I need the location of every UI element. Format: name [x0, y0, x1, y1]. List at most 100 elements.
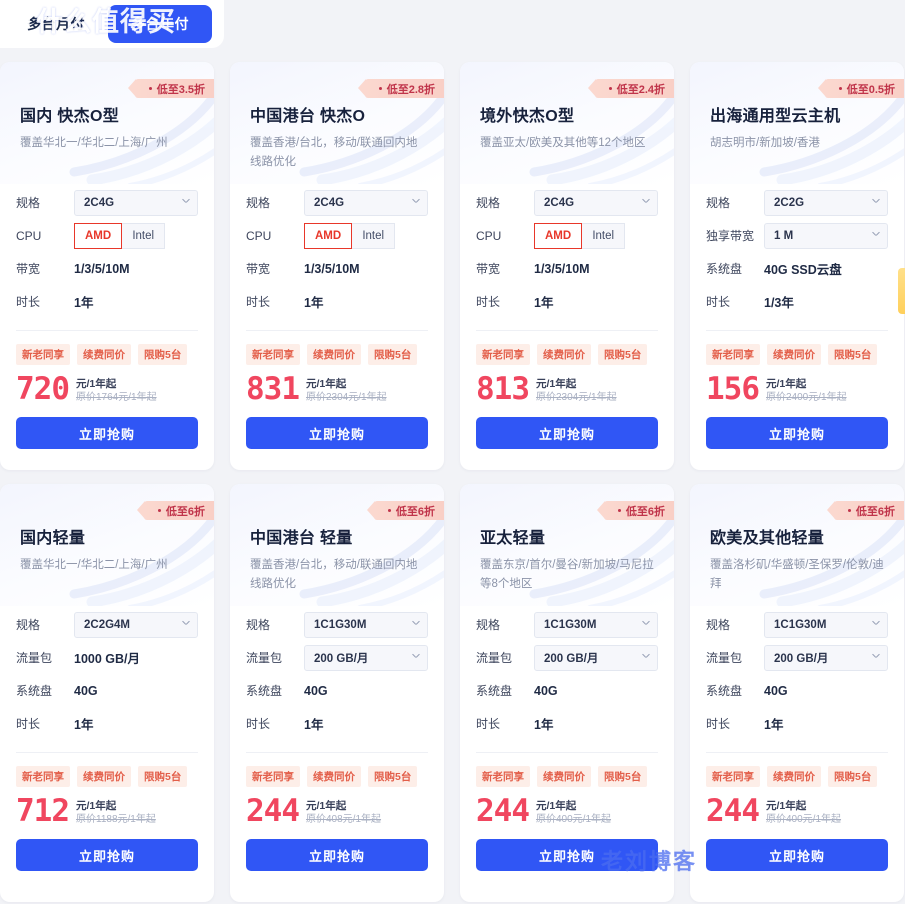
spec-select[interactable]: 1C1G30M [534, 611, 658, 638]
spec-row: 带宽 1/3/5/10M [246, 252, 428, 285]
spec-select[interactable]: 200 GB/月 [764, 644, 888, 671]
spec-label: 流量包 [476, 651, 513, 665]
spec-select[interactable]: 200 GB/月 [534, 644, 658, 671]
card-title: 国内轻量 [20, 530, 86, 547]
cpu-option-amd[interactable]: AMD [534, 222, 583, 249]
spec-row: CPU AMD Intel [16, 219, 198, 252]
original-price: 原价2304元/1年起 [306, 392, 387, 403]
price-amount: 244 [246, 793, 300, 829]
discount-badge: 低至6折 [136, 501, 214, 520]
spec-select-value: 1C1G30M [774, 618, 827, 631]
promo-tag-list: 新老同享 续费同价 限购5台 [230, 753, 444, 787]
spec-select-value: 1C1G30M [544, 618, 597, 631]
price-amount: 244 [476, 793, 530, 829]
spec-value: 1年 [74, 718, 94, 732]
promo-tag: 续费同价 [307, 766, 361, 787]
price-amount: 244 [706, 793, 760, 829]
badge-dot-icon [387, 509, 391, 512]
spec-row: 系统盘 40G [246, 674, 428, 707]
spec-row: 规格 2C2G4M [16, 608, 198, 641]
spec-value: 40G [534, 683, 558, 698]
price-block: 244 元/1年起 原价408元/1年起 [230, 787, 444, 827]
promo-tag: 限购5台 [138, 344, 188, 365]
promo-tag: 限购5台 [828, 766, 878, 787]
spec-row: 独享带宽 1 M [706, 219, 888, 252]
spec-select[interactable]: 2C4G [304, 189, 428, 216]
spec-select[interactable]: 2C4G [74, 189, 198, 216]
spec-label: 时长 [246, 717, 271, 731]
cpu-option-intel[interactable]: Intel [351, 222, 396, 249]
badge-dot-icon [847, 509, 851, 512]
spec-label: 规格 [706, 618, 731, 632]
spec-select[interactable]: 1C1G30M [304, 611, 428, 638]
price-meta: 元/1年起 原价408元/1年起 [306, 799, 381, 827]
spec-value: 1000 GB/月 [74, 652, 141, 666]
price-amount: 813 [476, 371, 530, 407]
cpu-toggle-group: AMD Intel [74, 222, 166, 249]
spec-value: 1年 [534, 718, 554, 732]
card-header: 低至6折 亚太轻量 覆盖东京/首尔/曼谷/新加坡/马尼拉等8个地区 [460, 484, 674, 606]
spec-label: 规格 [246, 196, 271, 210]
spec-label: 带宽 [16, 262, 41, 276]
spec-label: 时长 [706, 717, 731, 731]
price-meta: 元/1年起 原价2304元/1年起 [306, 377, 387, 405]
spec-value: 1年 [304, 718, 324, 732]
promo-tag: 续费同价 [307, 344, 361, 365]
buy-button[interactable]: 立即抢购 [246, 839, 428, 871]
spec-row: CPU AMD Intel [246, 219, 428, 252]
promo-tag-list: 新老同享 续费同价 限购5台 [690, 753, 904, 787]
spec-value: 40G SSD云盘 [764, 263, 842, 277]
card-subtitle: 覆盖华北一/华北二/上海/广州 [20, 559, 168, 571]
spec-select[interactable]: 2C2G4M [74, 611, 198, 638]
promo-tag: 新老同享 [16, 344, 70, 365]
promo-tag: 新老同享 [476, 344, 530, 365]
spec-value: 1年 [534, 296, 554, 310]
spec-select[interactable]: 2C2G [764, 189, 888, 216]
buy-button[interactable]: 立即抢购 [16, 839, 198, 871]
promo-tag: 续费同价 [77, 344, 131, 365]
side-peek-tab[interactable] [898, 268, 905, 314]
spec-select[interactable]: 1 M [764, 222, 888, 249]
badge-dot-icon [148, 87, 152, 90]
price-block: 244 元/1年起 原价400元/1年起 [460, 787, 674, 827]
buy-button[interactable]: 立即抢购 [706, 417, 888, 449]
promo-tag: 续费同价 [77, 766, 131, 787]
spec-select[interactable]: 1C1G30M [764, 611, 888, 638]
spec-label: 规格 [246, 618, 271, 632]
cpu-option-intel[interactable]: Intel [581, 222, 626, 249]
spec-label: 规格 [476, 196, 501, 210]
promo-tag: 限购5台 [368, 344, 418, 365]
watermark-smzdm: 值 什么值得买 [0, 0, 905, 39]
spec-row: 规格 1C1G30M [706, 608, 888, 641]
discount-badge: 低至6折 [596, 501, 674, 520]
product-card: 低至3.5折 国内 快杰O型 覆盖华北一/华北二/上海/广州 规格 2C4G CPU AMD… [0, 62, 214, 470]
buy-button[interactable]: 立即抢购 [246, 417, 428, 449]
spec-label: 带宽 [246, 262, 271, 276]
promo-tag: 新老同享 [16, 766, 70, 787]
spec-select[interactable]: 2C4G [534, 189, 658, 216]
discount-badge: 低至6折 [826, 501, 904, 520]
spec-row: 规格 2C2G [706, 186, 888, 219]
original-price: 原价408元/1年起 [306, 814, 382, 825]
spec-row: 规格 1C1G30M [246, 608, 428, 641]
product-card: 低至2.4折 境外快杰O型 覆盖亚太/欧美及其他等12个地区 规格 2C4G CPU AMD… [460, 62, 674, 470]
original-price: 原价1764元/1年起 [76, 392, 157, 403]
promo-tag-list: 新老同享 续费同价 限购5台 [230, 331, 444, 365]
badge-dot-icon [838, 87, 842, 90]
buy-button[interactable]: 立即抢购 [16, 417, 198, 449]
spec-row: 流量包 200 GB/月 [706, 641, 888, 674]
buy-button[interactable]: 立即抢购 [706, 839, 888, 871]
spec-select[interactable]: 200 GB/月 [304, 644, 428, 671]
cpu-option-amd[interactable]: AMD [74, 222, 123, 249]
cpu-option-intel[interactable]: Intel [121, 222, 166, 249]
buy-button[interactable]: 立即抢购 [476, 839, 658, 871]
price-amount: 831 [246, 371, 300, 407]
spec-select-value: 200 GB/月 [774, 652, 829, 665]
spec-label: CPU [16, 228, 42, 243]
promo-tag: 限购5台 [598, 766, 648, 787]
cpu-option-amd[interactable]: AMD [304, 222, 353, 249]
price-meta: 元/1年起 原价400元/1年起 [766, 799, 841, 827]
price-block: 831 元/1年起 原价2304元/1年起 [230, 365, 444, 405]
buy-button[interactable]: 立即抢购 [476, 417, 658, 449]
price-unit: 元/1年起 [536, 800, 577, 812]
